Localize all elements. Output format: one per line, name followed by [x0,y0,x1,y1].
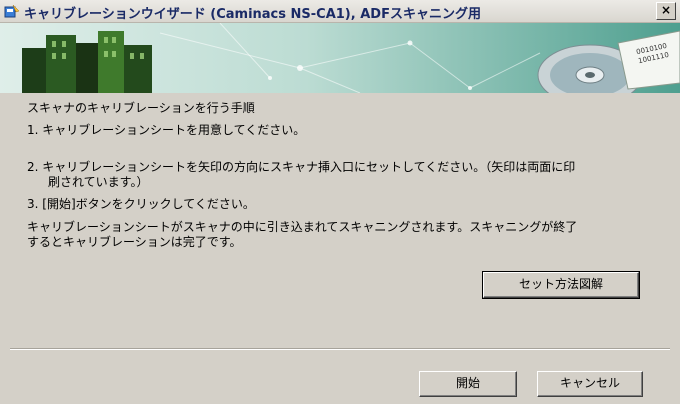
note-text-line1: キャリブレーションシートがスキャナの中に引き込まれてスキャニングされます。スキャ… [27,220,578,234]
title-bar[interactable]: キャリブレーションウイザード (Caminacs NS-CA1), ADFスキャ… [0,0,680,23]
step-2-text-line1: 2. キャリブレーションシートを矢印の方向にスキャナ挿入口にセットしてください。… [27,160,576,174]
step-3-text: 3. [開始]ボタンをクリックしてください。 [27,197,255,211]
calibration-wizard-window: キャリブレーションウイザード (Caminacs NS-CA1), ADFスキャ… [0,0,680,404]
cancel-button[interactable]: キャンセル [537,371,643,397]
how-to-set-button[interactable]: セット方法図解 [482,271,640,299]
wizard-content: スキャナのキャリブレーションを行う手順 1. キャリブレーションシートを用意して… [0,94,680,404]
buildings-graphic [22,31,152,93]
step-2-text-line2: 刷されています。） [48,175,149,189]
window-title: キャリブレーションウイザード (Caminacs NS-CA1), ADFスキャ… [24,7,481,22]
banner-image: 0010100 1001110 [0,23,680,93]
button-separator [10,348,670,350]
banner-art [22,23,680,93]
note-text-line2: するとキャリブレーションは完了です。 [27,235,242,249]
start-button[interactable]: 開始 [419,371,517,397]
step-1-text: 1. キャリブレーションシートを用意してください。 [27,123,306,137]
close-button[interactable]: × [656,2,676,20]
app-icon [4,4,20,18]
instructions-heading: スキャナのキャリブレーションを行う手順 [27,101,255,115]
